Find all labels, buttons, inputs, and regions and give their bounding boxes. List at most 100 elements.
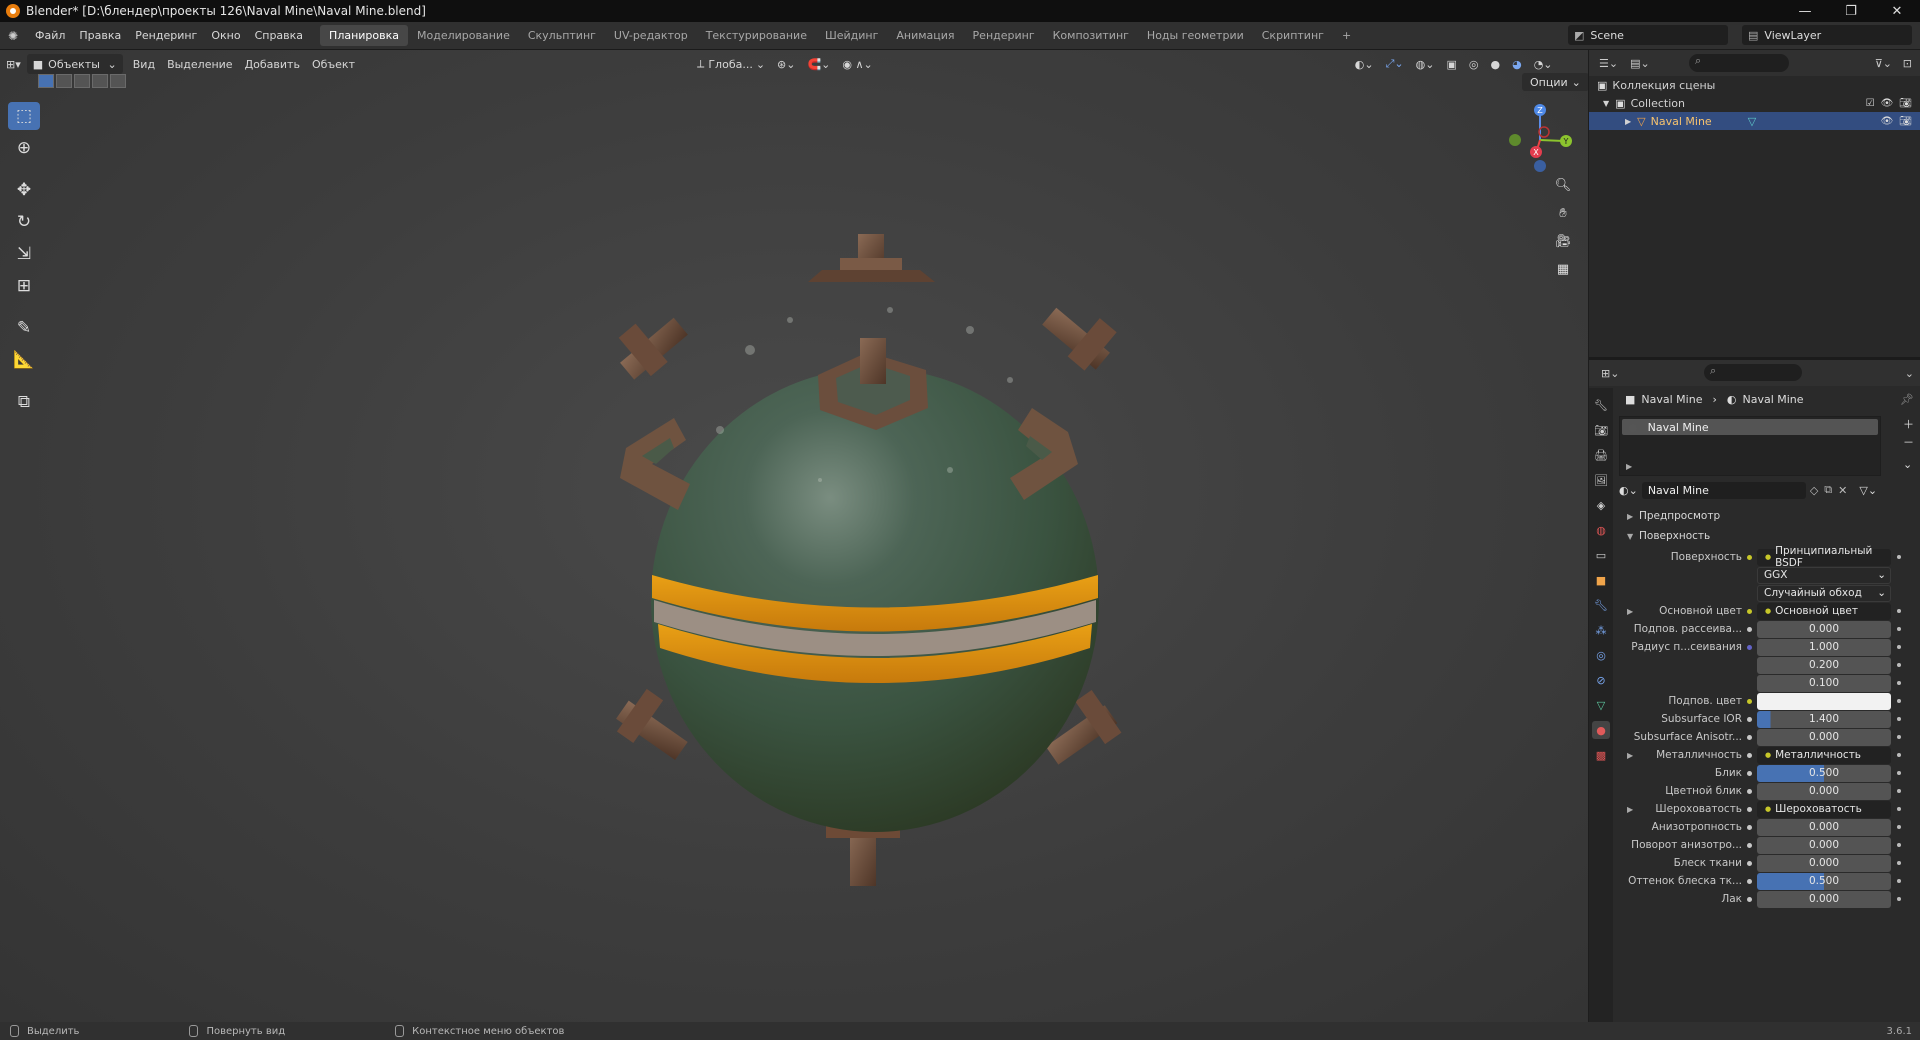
property-value-field[interactable]: 0.000 [1757,818,1891,836]
property-value-field[interactable]: 0.000 [1757,890,1891,908]
particles-tab-icon[interactable]: ⁂ [1592,621,1610,639]
overlay-icon[interactable]: ◍⌄ [1410,54,1441,74]
unlink-material-icon[interactable]: ✕ [1838,484,1847,497]
socket-icon[interactable] [1747,626,1752,632]
select-extend-icon[interactable] [56,74,72,88]
keyframe-dot-icon[interactable] [1897,879,1901,883]
keyframe-dot-icon[interactable] [1897,807,1901,811]
collection-tab-icon[interactable]: ▭ [1592,546,1610,564]
rotate-icon[interactable]: ↻ [8,208,40,236]
keyframe-dot-icon[interactable] [1897,609,1901,613]
exclude-checkbox-icon[interactable]: ☑ [1866,98,1875,109]
material-name-field[interactable]: Naval Mine [1641,481,1806,499]
property-value-field[interactable]: 0.000 [1757,854,1891,872]
tab-texture-paint[interactable]: Текстурирование [697,25,816,46]
restore-button[interactable]: ❐ [1828,0,1874,22]
scene-collection-row[interactable]: ▣ Коллекция сцены [1589,76,1920,94]
filter-icon[interactable]: ⊽⌄ [1875,57,1892,70]
keyframe-dot-icon[interactable] [1897,699,1901,703]
cursor-icon[interactable]: ⊕ [8,134,40,162]
keyframe-dot-icon[interactable] [1897,843,1901,847]
socket-icon[interactable] [1747,788,1752,794]
material-tab-icon[interactable]: ● [1592,721,1610,739]
select-intersect-icon[interactable] [110,74,126,88]
socket-icon[interactable] [1747,752,1752,758]
scene-tab-icon[interactable]: ◈ [1592,496,1610,514]
eye-icon[interactable]: 👁︎ [1881,116,1894,127]
fake-user-icon[interactable]: ◇ [1810,484,1818,497]
menu-help[interactable]: Справка [248,29,310,42]
menu-select[interactable]: Выделение [161,54,239,74]
select-box-icon[interactable]: ⬚ [8,102,40,130]
socket-icon[interactable] [1747,554,1752,560]
mode-dropdown[interactable]: ■ Объекты ⌄ [26,54,123,74]
gizmo-neg-y-axis[interactable] [1509,134,1521,146]
material-browse-icon[interactable]: ◐⌄ [1619,484,1638,497]
menu-object[interactable]: Объект [306,54,361,74]
editor-type-icon[interactable]: ⊞⌄ [1601,367,1619,380]
property-value-field[interactable]: 1.400 [1757,710,1891,728]
property-value-field[interactable]: 0.000 [1757,836,1891,854]
select-invert-icon[interactable] [92,74,108,88]
camera-icon[interactable]: 📷︎ [1899,116,1912,127]
render-tab-icon[interactable]: 📷︎ [1592,421,1610,439]
keyframe-dot-icon[interactable] [1897,825,1901,829]
socket-icon[interactable] [1747,770,1752,776]
duplicate-material-icon[interactable]: ⧉ [1824,483,1832,497]
world-tab-icon[interactable]: ◍ [1592,521,1610,539]
tab-scripting[interactable]: Скриптинг [1253,25,1333,46]
pin-icon[interactable]: 📌︎ [1900,393,1914,406]
physics-tab-icon[interactable]: ◎ [1592,646,1610,664]
chevron-right-icon[interactable]: ▶ [1627,751,1633,760]
socket-icon[interactable] [1747,878,1752,884]
surface-section[interactable]: ▼ Поверхность [1615,526,1920,546]
view-layer-tab-icon[interactable]: 🖼︎ [1592,471,1610,489]
display-mode-icon[interactable]: ▤⌄ [1630,57,1650,70]
close-button[interactable]: ✕ [1874,0,1920,22]
measure-icon[interactable]: 📐 [8,346,40,374]
tab-uv-editing[interactable]: UV-редактор [605,25,697,46]
proportional-edit-icon[interactable]: ◉ ∧⌄ [836,54,878,74]
menu-edit[interactable]: Правка [72,29,128,42]
add-cube-icon[interactable]: ⧉ [8,388,40,416]
naval-mine-row[interactable]: ▶ ▽ Naval Mine ▽ 👁︎ 📷︎ [1589,112,1920,130]
add-workspace-button[interactable]: + [1333,25,1360,46]
preview-section[interactable]: ▶ Предпросмотр [1615,506,1920,526]
texture-tab-icon[interactable]: ▩ [1592,746,1610,764]
keyframe-dot-icon[interactable] [1897,735,1901,739]
keyframe-dot-icon[interactable] [1897,627,1901,631]
visibility-icon[interactable]: ◐⌄ [1349,54,1380,74]
keyframe-dot-icon[interactable] [1897,861,1901,865]
socket-icon[interactable] [1747,806,1752,812]
wireframe-shading-icon[interactable]: ◎ [1463,54,1485,74]
chevron-down-icon[interactable]: ⌄ [1905,367,1914,380]
mesh-data-tab-icon[interactable]: ▽ [1592,696,1610,714]
socket-icon[interactable] [1747,734,1752,740]
property-dropdown[interactable]: Случайный обход ⌄ [1757,584,1891,602]
pivot-icon[interactable]: ⊛⌄ [771,54,801,74]
blender-menu-icon[interactable]: ✺ [8,29,22,43]
property-link-field[interactable]: ● Основной цвет [1757,602,1891,620]
keyframe-dot-icon[interactable] [1897,555,1901,559]
snap-icon[interactable]: 🧲⌄ [801,54,836,74]
collection-row[interactable]: ▼ ▣ Collection ☑ 👁︎ 📷︎ [1589,94,1920,112]
keyframe-dot-icon[interactable] [1897,717,1901,721]
object-tab-icon[interactable]: ■ [1592,571,1610,589]
tab-compositing[interactable]: Композитинг [1044,25,1138,46]
editor-type-icon[interactable]: ☰⌄ [1599,57,1618,70]
property-link-field[interactable]: ● Принципиальный BSDF [1757,545,1891,569]
remove-slot-icon[interactable]: － [1903,434,1914,450]
property-value-field[interactable]: 0.000 [1757,782,1891,800]
gizmo-toggle-icon[interactable]: ⤢⌄ [1380,54,1410,74]
property-value-field[interactable]: 0.000 [1757,620,1891,638]
select-subtract-icon[interactable] [74,74,90,88]
tab-layout[interactable]: Планировка [320,25,409,46]
chevron-down-icon[interactable]: ▼ [1603,99,1609,108]
tab-shading[interactable]: Шейдинг [816,25,887,46]
scene-selector[interactable]: ◩ Scene [1568,25,1728,45]
chevron-right-icon[interactable]: ▶ [1627,607,1633,616]
tool-tab-icon[interactable]: 🔧︎ [1592,396,1610,414]
keyframe-dot-icon[interactable] [1897,897,1901,901]
tab-modeling[interactable]: Моделирование [408,25,519,46]
chevron-right-icon[interactable]: ▶ [1627,805,1633,814]
